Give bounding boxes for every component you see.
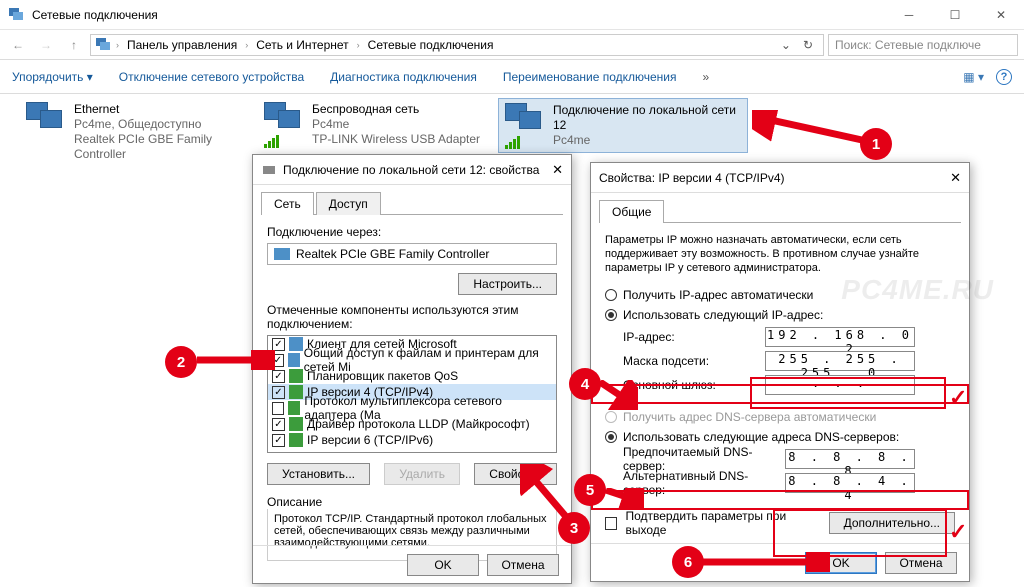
properties-button[interactable]: Свойства — [474, 463, 557, 485]
crumb-conn[interactable]: Сетевые подключения — [365, 38, 497, 52]
rename-connection[interactable]: Переименование подключения — [503, 70, 677, 84]
dialog-close-button[interactable]: ✕ — [552, 162, 563, 178]
step-badge: 2 — [165, 346, 197, 378]
tab-general[interactable]: Общие — [599, 200, 664, 223]
disable-device[interactable]: Отключение сетевого устройства — [119, 70, 304, 84]
adapter-icon — [274, 248, 290, 260]
dialog-title: Свойства: IP версии 4 (TCP/IPv4) ✕ — [591, 163, 969, 193]
dropdown-icon[interactable]: ⌄ — [778, 38, 794, 52]
connection-local-12[interactable]: Подключение по локальной сети 12 Pc4me — [498, 98, 748, 153]
ok-button[interactable]: OK — [805, 552, 877, 574]
watermark: PC4ME.RU — [841, 274, 994, 306]
refresh-icon[interactable]: ↻ — [800, 38, 816, 52]
content-area: Ethernet Pc4me, Общедоступно Realtek PCI… — [0, 94, 1024, 574]
command-bar: Упорядочить ▾ Отключение сетевого устрой… — [0, 60, 1024, 94]
forward-button[interactable]: → — [34, 33, 58, 57]
dialog-close-button[interactable]: ✕ — [950, 170, 961, 186]
titlebar: Сетевые подключения ─ ☐ ✕ — [0, 0, 1024, 30]
network-icon — [8, 7, 24, 23]
dialog-connection-properties: Подключение по локальной сети 12: свойст… — [252, 154, 572, 584]
navbar: ← → ↑ › Панель управления › Сеть и Интер… — [0, 30, 1024, 60]
components-listbox[interactable]: ✓Клиент для сетей Microsoft ✓Общий досту… — [267, 335, 557, 453]
dialog-title: Подключение по локальной сети 12: свойст… — [253, 155, 571, 185]
description-heading: Описание — [267, 495, 557, 509]
info-text: Параметры IP можно назначать автоматичес… — [605, 233, 955, 275]
breadcrumb[interactable]: › Панель управления › Сеть и Интернет › … — [90, 34, 824, 56]
tab-network[interactable]: Сеть — [261, 192, 314, 215]
ok-button[interactable]: OK — [407, 554, 479, 576]
subnet-mask-field[interactable]: 255 . 255 . 255 . 0 — [765, 351, 915, 371]
window-title: Сетевые подключения — [32, 8, 158, 22]
up-button[interactable]: ↑ — [62, 33, 86, 57]
help-icon[interactable]: ? — [996, 69, 1012, 85]
dns1-field[interactable]: 8 . 8 . 8 . 8 — [785, 449, 915, 469]
tab-access[interactable]: Доступ — [316, 192, 381, 215]
connection-wireless[interactable]: Беспроводная сеть Pc4me TP-LINK Wireless… — [258, 98, 488, 151]
network-icon — [95, 37, 111, 53]
view-icon[interactable]: ▦ ▾ — [963, 70, 984, 84]
chevron-right-icon: › — [113, 40, 122, 50]
crumb-net[interactable]: Сеть и Интернет — [253, 38, 351, 52]
organize-menu[interactable]: Упорядочить ▾ — [12, 70, 93, 84]
dns2-field[interactable]: 8 . 8 . 4 . 4 — [785, 473, 915, 493]
advanced-button[interactable]: Дополнительно... — [829, 512, 955, 534]
step-badge: 1 — [860, 128, 892, 160]
radio-dns-auto: Получить адрес DNS-сервера автоматически — [605, 407, 955, 427]
checkmark-icon: ✓ — [949, 385, 967, 411]
diagnose-connection[interactable]: Диагностика подключения — [330, 70, 477, 84]
adapter-selector[interactable]: Realtek PCIe GBE Family Controller — [267, 243, 557, 265]
close-button[interactable]: ✕ — [978, 0, 1024, 30]
maximize-button[interactable]: ☐ — [932, 0, 978, 30]
checkmark-icon: ✓ — [949, 519, 967, 545]
dialog-ipv4-properties: Свойства: IP версии 4 (TCP/IPv4) ✕ Общие… — [590, 162, 970, 582]
minimize-button[interactable]: ─ — [886, 0, 932, 30]
install-button[interactable]: Установить... — [267, 463, 370, 485]
configure-button[interactable]: Настроить... — [458, 273, 557, 295]
radio-dns-manual[interactable]: Использовать следующие адреса DNS-сервер… — [605, 427, 955, 447]
search-input[interactable]: Поиск: Сетевые подключе — [828, 34, 1018, 56]
gateway-field[interactable]: . . . — [765, 375, 915, 395]
back-button[interactable]: ← — [6, 33, 30, 57]
radio-ip-manual[interactable]: Использовать следующий IP-адрес: — [605, 305, 955, 325]
arrow-icon — [752, 110, 872, 160]
remove-button: Удалить — [384, 463, 460, 485]
validate-checkbox[interactable] — [605, 517, 617, 530]
cancel-button[interactable]: Отмена — [487, 554, 559, 576]
connection-ethernet[interactable]: Ethernet Pc4me, Общедоступно Realtek PCI… — [20, 98, 250, 166]
crumb-cp[interactable]: Панель управления — [124, 38, 240, 52]
cancel-button[interactable]: Отмена — [885, 552, 957, 574]
adapter-icon — [261, 162, 277, 178]
ip-address-field[interactable]: 192 . 168 . 0 . 2 — [765, 327, 915, 347]
